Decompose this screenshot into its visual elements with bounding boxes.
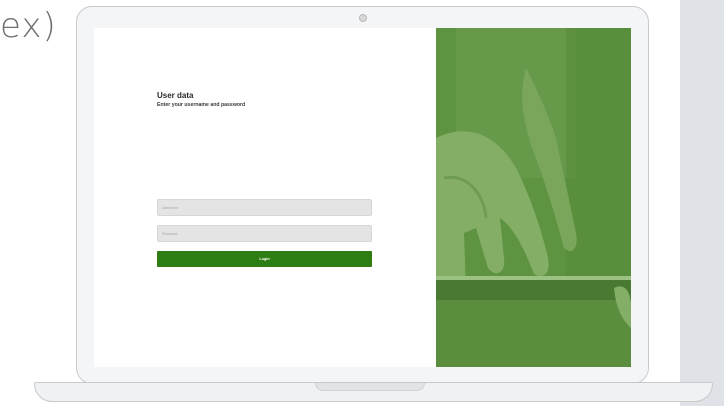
page-title: User data — [157, 91, 194, 100]
hand-on-tablet-image — [436, 28, 631, 367]
laptop-base-notch — [315, 383, 425, 391]
laptop-screen: User data Enter your username and passwo… — [94, 28, 631, 367]
page-subtitle: Enter your username and password — [157, 102, 246, 108]
password-field[interactable] — [157, 225, 372, 242]
hero-image — [436, 28, 631, 367]
login-panel: User data Enter your username and passwo… — [94, 28, 436, 367]
username-field[interactable] — [157, 199, 372, 216]
side-panel — [680, 0, 724, 406]
laptop-base — [34, 382, 713, 402]
login-button[interactable]: Login — [157, 251, 372, 267]
page-partial-text: ex) — [0, 6, 57, 46]
laptop-lid: User data Enter your username and passwo… — [76, 6, 649, 384]
camera-icon — [359, 14, 367, 22]
